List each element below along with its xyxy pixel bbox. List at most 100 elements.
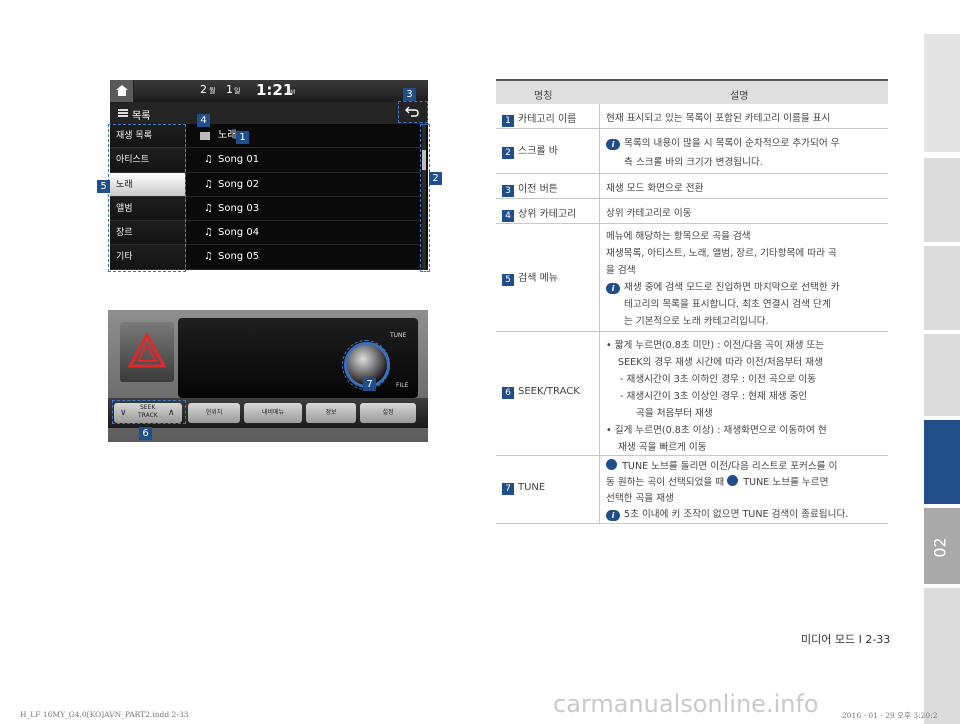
- row-desc-line: i 목록의 내용이 많을 시 목록이 순차적으로 추가되어 우: [606, 135, 840, 150]
- hazard-triangle-icon: [128, 332, 166, 368]
- header-name: 명칭: [534, 91, 553, 102]
- table-row: 1 카테고리 이름 현재 표시되고 있는 목록이 포함된 카테고리 이름을 표시: [496, 104, 888, 129]
- edge-tab-1: [924, 158, 960, 242]
- home-button[interactable]: [110, 80, 134, 102]
- tune-label: TUNE: [390, 332, 407, 339]
- row-desc-line: i 재생 중에 검색 모드로 진입하면 마지막으로 선택한 카: [606, 279, 840, 294]
- row-desc-line: 측 스크롤 바의 크기가 변경됩니다.: [624, 157, 763, 168]
- table-row: 5 검색 메뉴 메뉴에 해당하는 항목으로 곡을 검색 재생목록, 아티스트, 노…: [496, 224, 888, 332]
- folder-row[interactable]: 노래: [186, 124, 421, 149]
- row-name: 이전 버튼: [518, 184, 558, 195]
- row-label: 6 SEEK/TRACK: [502, 386, 580, 399]
- row-number-badge: 2: [502, 147, 514, 159]
- row-label: 3 이전 버튼: [502, 180, 558, 197]
- row-name-cell: 6 SEEK/TRACK: [496, 332, 600, 455]
- edge-tab-active: [924, 420, 960, 504]
- row-desc-line: 테고리의 목록을 표시합니다. 최초 연결시 검색 단계: [624, 299, 831, 310]
- info-icon: i: [606, 510, 620, 521]
- table-row: 7 TUNE TUNE 노브를 돌리면 이전/다음 리스트로 포커스를 이 동 원…: [496, 456, 888, 524]
- row-name-cell: 2 스크롤 바: [496, 129, 600, 173]
- watermark: carmanualsonline.info: [553, 690, 819, 718]
- edge-tab-2: [924, 246, 960, 330]
- row-number-badge: 7: [502, 483, 514, 495]
- song-row[interactable]: ♫ Song 02: [186, 173, 421, 197]
- row-name-cell: 4 상위 카테고리: [496, 199, 600, 223]
- music-note-icon: ♫: [204, 178, 213, 190]
- row-label: 5 검색 메뉴: [502, 269, 558, 286]
- list-title-bar: 목록: [110, 102, 428, 124]
- callout-box-categories: [108, 124, 186, 272]
- row-desc-line: - 재생시간이 3초 이하인 경우 : 이전 곡으로 이동: [620, 374, 817, 385]
- table-row: 3 이전 버튼 재생 모드 화면으로 전환: [496, 174, 888, 199]
- callout-1: 1: [236, 131, 249, 144]
- song-row[interactable]: ♫ Song 03: [186, 197, 421, 222]
- row-desc-line: 곡을 처음부터 재생: [636, 408, 713, 419]
- console-button-location[interactable]: 현위치: [188, 403, 240, 423]
- row-desc-line: 재생 모드 화면으로 전환: [606, 183, 704, 194]
- screen-ampm: AM: [286, 89, 296, 96]
- row-desc-text: 재생 중에 검색 모드로 진입하면 마지막으로 선택한 카: [624, 282, 840, 293]
- row-desc-text: 5초 이내에 키 조작이 없으면 TUNE 검색이 종료됩니다.: [624, 509, 849, 520]
- row-desc-line: 메뉴에 해당하는 항목으로 곡을 검색: [606, 231, 751, 242]
- console-button-info[interactable]: 정보: [306, 403, 356, 423]
- song-title: Song 01: [218, 154, 260, 166]
- row-desc-line: • 길게 누르면(0.8초 이상) : 재생화면으로 이동하여 현: [606, 425, 827, 436]
- info-icon: i: [606, 283, 620, 294]
- console-button-settings[interactable]: 설정: [360, 403, 416, 423]
- row-desc-text: TUNE 노브를 누르면: [743, 477, 829, 488]
- row-name: SEEK/TRACK: [518, 386, 580, 397]
- song-row[interactable]: ♫ Song 05: [186, 245, 421, 270]
- row-number-badge: 4: [502, 210, 514, 222]
- row-label: 4 상위 카테고리: [502, 205, 576, 222]
- table-row: 2 스크롤 바 i 목록의 내용이 많을 시 목록이 순차적으로 추가되어 우 측 …: [496, 129, 888, 174]
- callout-7: 7: [363, 378, 376, 391]
- screen-status-bar: 2 월 1 일 1:21 AM: [110, 80, 428, 102]
- row-desc-text: TUNE 노브를 돌리면 이전/다음 리스트로 포커스를 이: [622, 461, 838, 472]
- status-day: 1: [226, 83, 233, 96]
- hazard-button[interactable]: [120, 322, 174, 382]
- row-desc-line: SEEK의 경우 재생 시간에 따라 이전/처음부터 재생: [618, 357, 823, 368]
- status-month-unit: 월: [209, 87, 216, 95]
- song-title: Song 02: [218, 178, 260, 190]
- callout-box-seek: [112, 400, 186, 424]
- row-name: 카테고리 이름: [518, 114, 577, 125]
- row-desc-line: 선택한 곡을 재생: [606, 493, 674, 504]
- music-note-icon: ♫: [204, 202, 213, 214]
- row-number-badge: 3: [502, 185, 514, 197]
- console-button-navi-menu[interactable]: 내비메뉴: [244, 403, 302, 423]
- row-desc-line: • 짧게 누르면(0.8초 미만) : 이전/다음 곡이 재생 또는: [606, 340, 825, 351]
- row-name-cell: 3 이전 버튼: [496, 174, 600, 198]
- row-desc-text: 동 원하는 곡이 선택되었을 때: [606, 477, 725, 488]
- edge-tab-bottom: [924, 588, 960, 724]
- callout-5: 5: [97, 180, 110, 193]
- row-name: 스크롤 바: [518, 146, 558, 157]
- row-label: 1 카테고리 이름: [502, 110, 576, 127]
- callout-3: 3: [403, 88, 416, 101]
- page-footer: 미디어 모드 I 2-33: [801, 633, 891, 646]
- song-title: Song 05: [218, 251, 260, 263]
- file-label: FILE: [396, 382, 409, 389]
- song-row[interactable]: ♫ Song 01: [186, 148, 421, 173]
- row-desc-line: 동 원하는 곡이 선택되었을 때 TUNE 노브를 누르면: [606, 474, 828, 488]
- row-desc-line: TUNE 노브를 돌리면 이전/다음 리스트로 포커스를 이: [606, 458, 837, 472]
- row-name: 검색 메뉴: [518, 273, 558, 284]
- song-list: 노래 ♫ Song 01 ♫ Song 02 ♫ Song 03 ♫ Song 04 ♫…: [185, 124, 421, 270]
- tune-knob-icon: [727, 475, 739, 486]
- list-title: 목록: [132, 111, 151, 122]
- table-row: 4 상위 카테고리 상위 카테고리로 이동: [496, 199, 888, 224]
- music-note-icon: ♫: [204, 227, 213, 239]
- row-name: 상위 카테고리: [518, 209, 577, 220]
- tune-knob-icon: [606, 459, 617, 470]
- edge-tab-top: [924, 34, 960, 152]
- table-row: 6 SEEK/TRACK • 짧게 누르면(0.8초 미만) : 이전/다음 곡이…: [496, 332, 888, 456]
- row-label: 2 스크롤 바: [502, 142, 558, 159]
- folder-name: 노래: [218, 130, 237, 141]
- chapter-tab: 02: [924, 508, 960, 584]
- song-title: Song 04: [218, 227, 260, 239]
- row-name-cell: 5 검색 메뉴: [496, 224, 600, 331]
- row-label: 7 TUNE: [502, 482, 545, 495]
- row-number-badge: 1: [502, 115, 514, 127]
- row-desc-line: i 5초 이내에 키 조작이 없으면 TUNE 검색이 종료됩니다.: [606, 506, 848, 521]
- song-title: Song 03: [218, 202, 260, 214]
- song-row[interactable]: ♫ Song 04: [186, 221, 421, 246]
